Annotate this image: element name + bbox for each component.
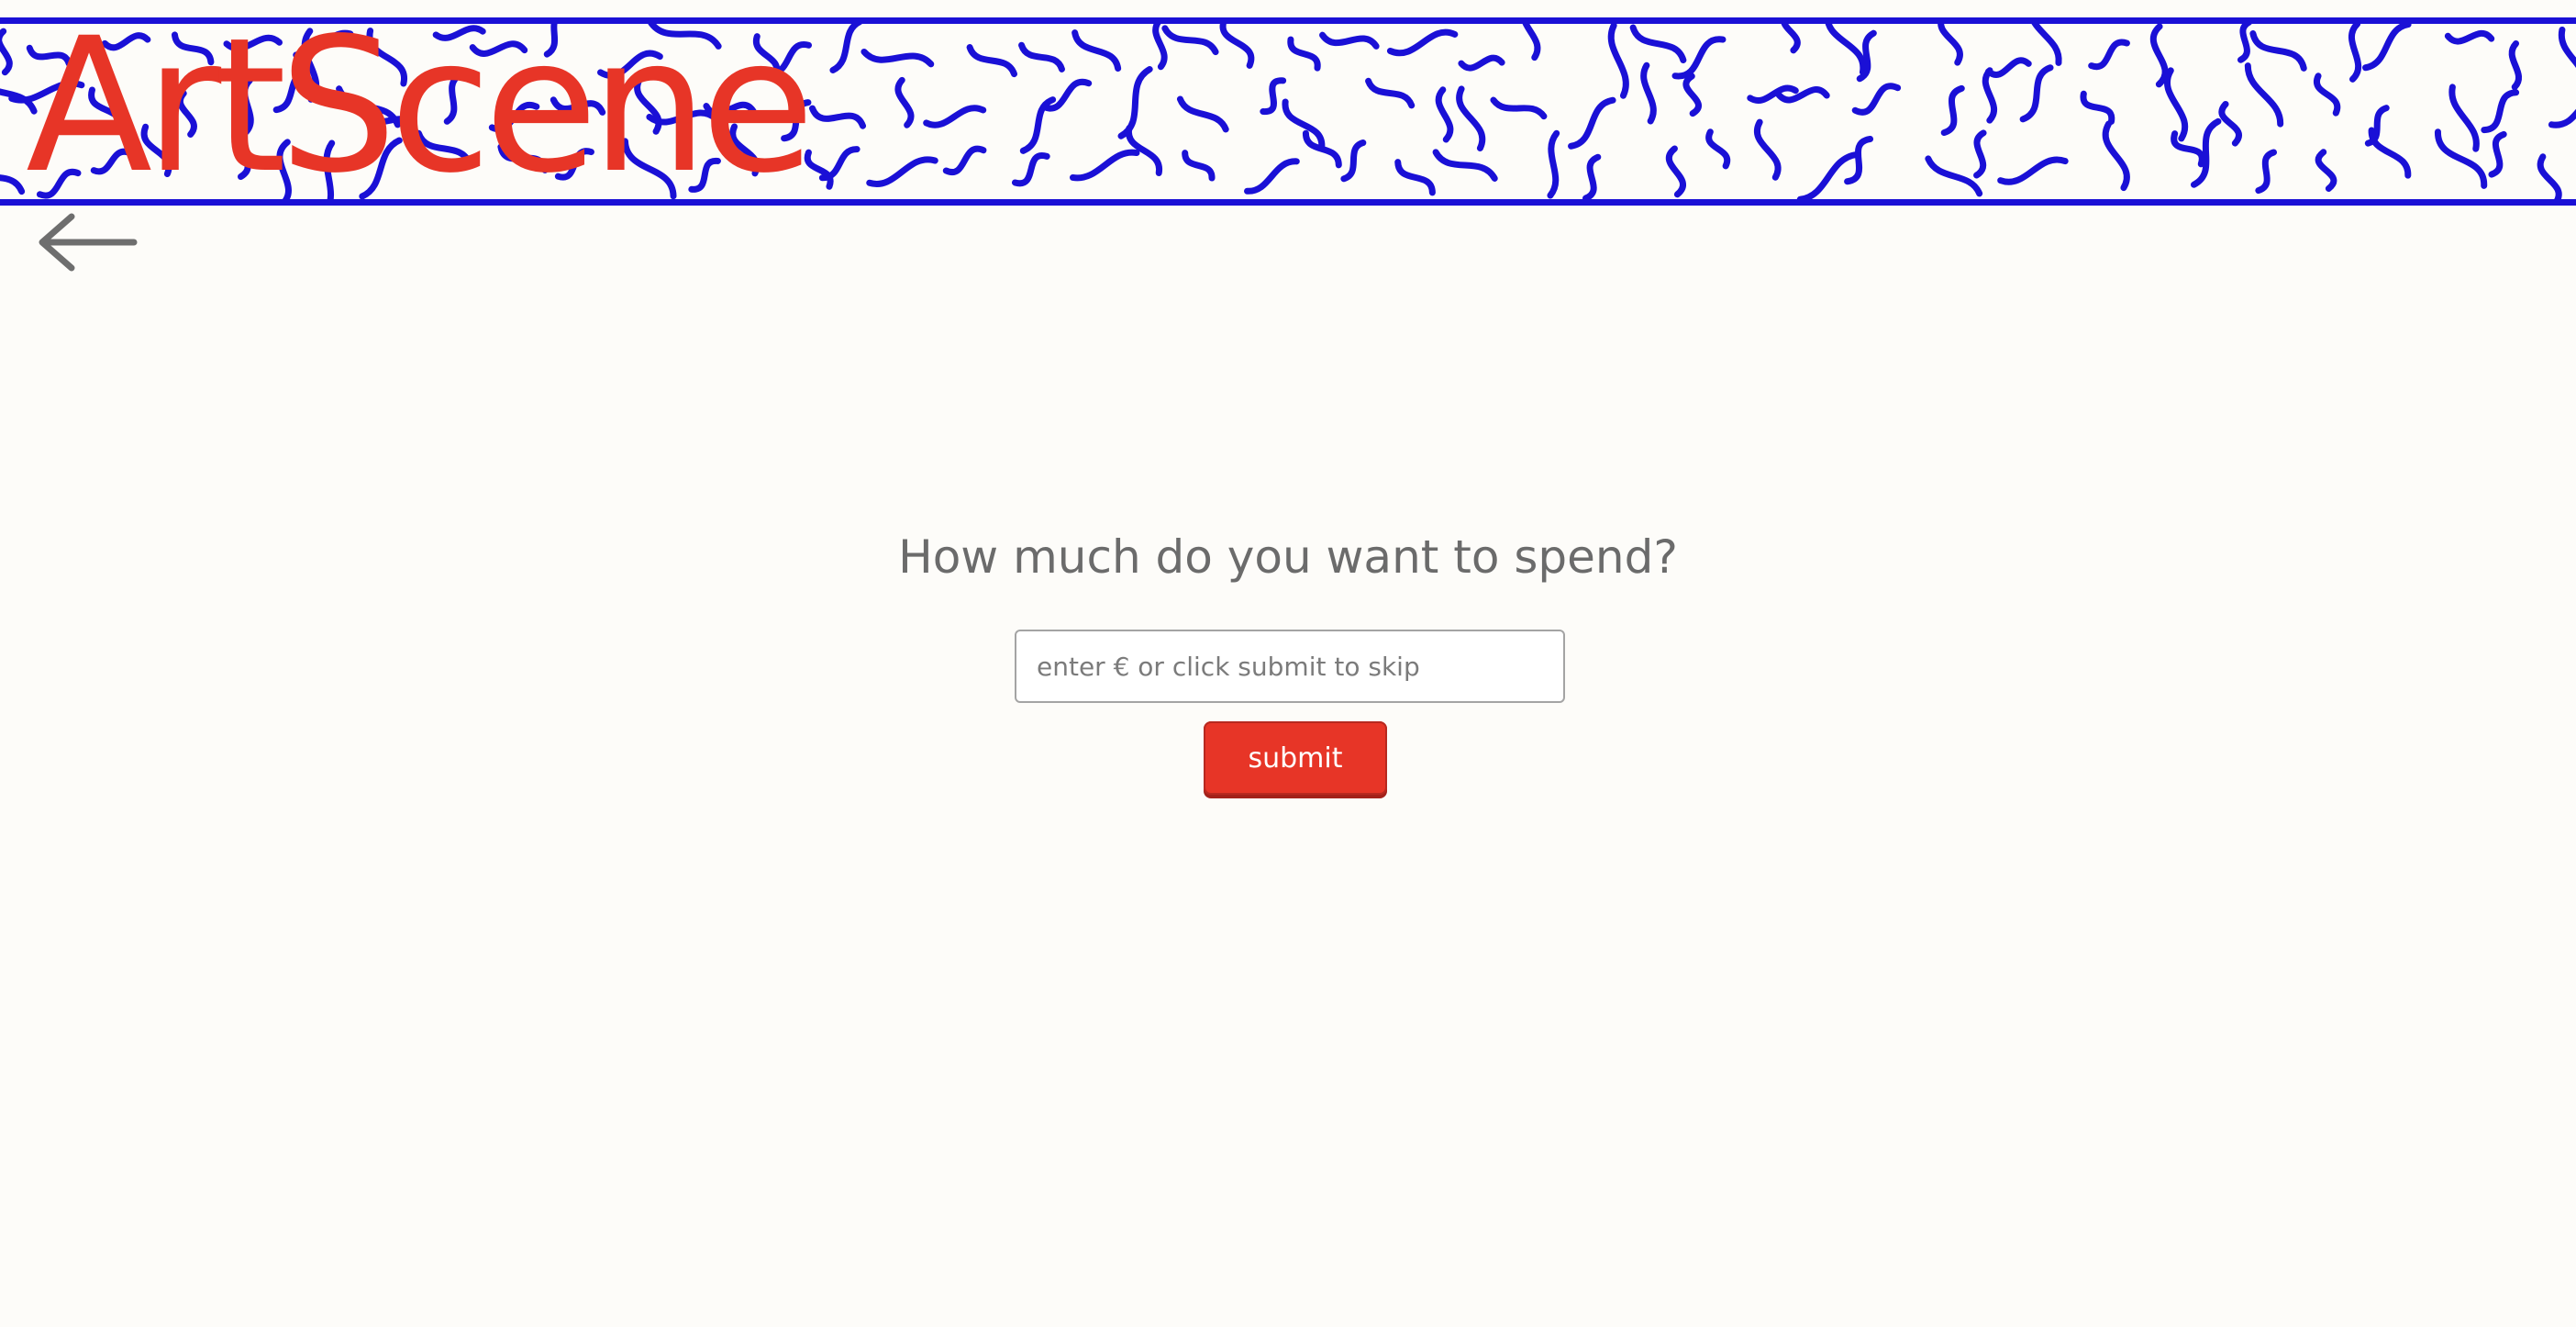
submit-button[interactable]: submit xyxy=(1204,721,1387,795)
header-banner: ArtScene xyxy=(0,0,2576,207)
budget-question: How much do you want to spend? xyxy=(898,530,1678,584)
site-logo[interactable]: ArtScene xyxy=(26,13,815,198)
arrow-left-icon xyxy=(39,213,138,272)
back-button[interactable] xyxy=(35,209,145,283)
amount-input[interactable] xyxy=(1015,630,1565,703)
